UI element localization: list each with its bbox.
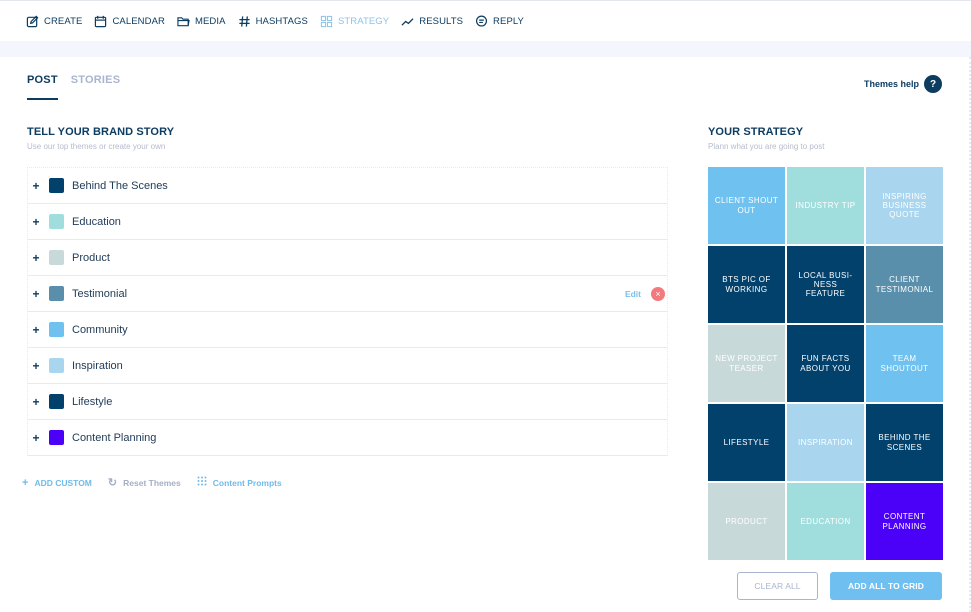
edit-theme-link[interactable]: Edit [625, 289, 641, 299]
theme-name: Inspiration [72, 359, 123, 372]
dots-grid-icon [197, 476, 207, 489]
strategy-tile[interactable]: CLIENT SHOUT OUT [708, 167, 785, 244]
theme-row-testimonial[interactable]: + Testimonial Edit × [28, 276, 667, 312]
nav-strategy[interactable]: STRATEGY [320, 15, 389, 28]
plus-icon[interactable]: + [26, 359, 46, 373]
strategy-tile[interactable]: TEAM SHOUTOUT [866, 325, 943, 402]
nav-results[interactable]: RESULTS [401, 15, 463, 28]
plus-icon[interactable]: + [26, 179, 46, 193]
chat-icon [476, 15, 488, 27]
strategy-page: POST STORIES Themes help ? TELL YOUR BRA… [0, 57, 971, 612]
main-nav: CREATE CALENDAR MEDIA HASHTAGS STRATEGY … [0, 1, 971, 41]
theme-color-swatch [49, 358, 64, 373]
calendar-icon [95, 15, 107, 27]
grid-icon [320, 15, 333, 27]
theme-color-swatch [49, 430, 64, 445]
content-prompts-button[interactable]: Content Prompts [197, 476, 282, 489]
theme-color-swatch [49, 250, 64, 265]
help-icon[interactable]: ? [924, 75, 943, 93]
row-actions: Edit × [625, 276, 665, 312]
theme-name: Lifestyle [72, 395, 113, 408]
theme-name: Behind The Scenes [72, 179, 168, 192]
strategy-tile[interactable]: CLIENT TESTIMONIAL [866, 246, 943, 323]
refresh-icon: ↻ [107, 477, 118, 489]
plus-icon[interactable]: + [26, 431, 46, 445]
header-band [0, 41, 971, 57]
theme-name: Education [72, 215, 121, 228]
theme-row-inspiration[interactable]: + Inspiration [28, 348, 667, 384]
theme-name: Content Planning [72, 431, 157, 444]
tab-post[interactable]: POST [27, 74, 58, 100]
strategy-tile[interactable]: PRODUCT [708, 483, 785, 560]
hashtag-icon [238, 15, 250, 27]
theme-color-swatch [49, 394, 64, 409]
theme-row-education[interactable]: + Education [28, 204, 667, 240]
trend-icon [401, 17, 414, 26]
nav-strategy-label: STRATEGY [337, 15, 390, 27]
reset-themes-label: Reset Themes [123, 477, 181, 488]
nav-calendar-label: CALENDAR [112, 15, 165, 27]
strategy-tile[interactable]: INSPIRING BUSINESS QUOTE [866, 167, 943, 244]
themes-help-link[interactable]: Themes help ? [864, 75, 943, 93]
strategy-tile[interactable]: FUN FACTS ABOUT YOU [787, 325, 864, 402]
theme-color-swatch [49, 178, 64, 193]
add-all-to-grid-button[interactable]: ADD ALL TO GRID [830, 572, 942, 600]
theme-name: Community [72, 323, 128, 336]
theme-color-swatch [49, 286, 64, 301]
theme-color-swatch [49, 322, 64, 337]
nav-reply-label: REPLY [493, 15, 524, 27]
theme-row-lifestyle[interactable]: + Lifestyle [28, 384, 667, 420]
edit-icon [26, 15, 39, 27]
strategy-tile[interactable]: NEW PROJECT TEASER [708, 325, 785, 402]
theme-row-community[interactable]: + Community [28, 312, 667, 348]
theme-row-product[interactable]: + Product [28, 240, 667, 276]
nav-media-label: MEDIA [194, 15, 226, 27]
nav-results-label: RESULTS [419, 15, 464, 27]
strategy-tile[interactable]: LOCAL BUSI-NESS FEATURE [787, 246, 864, 323]
nav-hashtags-label: HASHTAGS [255, 15, 308, 27]
add-custom-label: ADD CUSTOM [34, 477, 92, 488]
clear-all-button[interactable]: CLEAR ALL [737, 572, 818, 600]
strategy-tile[interactable]: BTS PIC OF WORKING [708, 246, 785, 323]
nav-create-label: CREATE [44, 15, 83, 27]
theme-color-swatch [49, 214, 64, 229]
strategy-subtitle: Plann what you are going to post [708, 142, 825, 151]
nav-calendar[interactable]: CALENDAR [94, 15, 165, 28]
strategy-tile[interactable]: BEHIND THE SCENES [866, 404, 943, 481]
strategy-tile[interactable]: CONTENT PLANNING [866, 483, 943, 560]
plus-icon[interactable]: + [26, 215, 46, 229]
nav-create[interactable]: CREATE [26, 15, 82, 28]
strategy-tile[interactable]: INSPIRATION [787, 404, 864, 481]
plus-icon[interactable]: + [26, 323, 46, 337]
theme-name: Testimonial [72, 287, 128, 300]
strategy-tile[interactable]: LIFESTYLE [708, 404, 785, 481]
plus-icon: + [22, 476, 29, 489]
theme-list-actions: + ADD CUSTOM ↻ Reset Themes Content Prom… [22, 476, 298, 489]
add-custom-button[interactable]: + ADD CUSTOM [22, 477, 92, 489]
folder-icon [177, 16, 190, 26]
theme-row-content-planning[interactable]: + Content Planning [28, 420, 667, 456]
strategy-tile[interactable]: EDUCATION [787, 483, 864, 560]
nav-hashtags[interactable]: HASHTAGS [238, 15, 308, 28]
reset-themes-button[interactable]: ↻ Reset Themes [108, 476, 181, 489]
post-type-tabs: POST STORIES [27, 74, 133, 100]
brand-story-subtitle: Use our top themes or create your own [27, 142, 166, 151]
brand-story-title: TELL YOUR BRAND STORY [27, 126, 175, 138]
theme-list: + Behind The Scenes + Education + Produc… [27, 167, 668, 456]
top-bar: CREATE CALENDAR MEDIA HASHTAGS STRATEGY … [0, 0, 971, 41]
remove-theme-icon[interactable]: × [651, 287, 665, 301]
plus-icon[interactable]: + [26, 287, 46, 301]
strategy-tile[interactable]: INDUSTRY TIP [787, 167, 864, 244]
content-prompts-label: Content Prompts [212, 477, 282, 488]
plus-icon[interactable]: + [26, 251, 46, 265]
nav-reply[interactable]: REPLY [475, 15, 524, 28]
strategy-title: YOUR STRATEGY [708, 126, 804, 138]
plus-icon[interactable]: + [26, 395, 46, 409]
theme-row-behind-the-scenes[interactable]: + Behind The Scenes [28, 168, 667, 204]
nav-media[interactable]: MEDIA [177, 15, 226, 28]
themes-help-label: Themes help [864, 79, 920, 89]
strategy-grid: CLIENT SHOUT OUT INDUSTRY TIP INSPIRING … [708, 167, 943, 560]
theme-name: Product [72, 251, 110, 264]
tab-stories[interactable]: STORIES [71, 74, 121, 100]
